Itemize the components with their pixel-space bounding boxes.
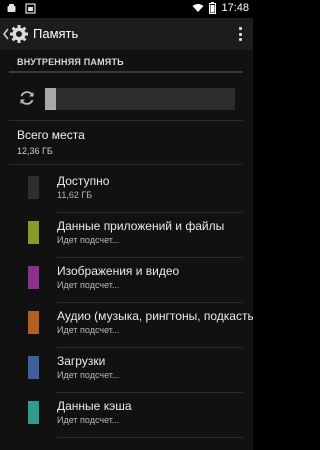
category-label: Данные кэша — [57, 399, 132, 413]
status-bar: 17:48 — [0, 0, 253, 18]
page-title: Память — [33, 26, 79, 41]
category-downloads[interactable]: Загрузки Идет подсчет... — [0, 348, 253, 393]
category-label: Аудио (музыка, рингтоны, подкасты) — [57, 309, 253, 323]
color-swatch — [28, 221, 39, 244]
category-label: Данные приложений и файлы — [57, 219, 225, 233]
section-header: ВНУТРЕННЯЯ ПАМЯТЬ — [17, 57, 124, 67]
storage-content: ВНУТРЕННЯЯ ПАМЯТЬ Всего места 12,36 ГБ Д… — [0, 50, 253, 450]
category-audio[interactable]: Аудио (музыка, рингтоны, подкасты) Идет … — [0, 303, 253, 348]
color-swatch — [28, 401, 39, 424]
total-space-item: Всего места 12,36 ГБ — [17, 128, 85, 156]
storage-usage-bar — [45, 88, 235, 110]
category-available[interactable]: Доступно 11,62 ГБ — [0, 168, 253, 213]
color-swatch — [28, 266, 39, 289]
category-size: Идет подсчет... — [57, 235, 120, 245]
divider — [9, 164, 243, 165]
divider — [57, 437, 243, 438]
category-size: 11,62 ГБ — [57, 190, 93, 200]
android-debug-icon — [7, 4, 16, 12]
category-cache[interactable]: Данные кэша Идет подсчет... — [0, 393, 253, 438]
gear-icon[interactable] — [9, 24, 29, 44]
color-swatch — [28, 311, 39, 334]
action-bar: Память — [0, 18, 253, 50]
divider — [9, 120, 243, 121]
total-space-label: Всего места — [17, 128, 85, 142]
status-time: 17:48 — [221, 2, 249, 14]
category-label: Доступно — [57, 174, 110, 188]
category-size: Идет подсчет... — [57, 370, 120, 380]
category-label: Загрузки — [57, 354, 106, 368]
category-size: Идет подсчет... — [57, 280, 120, 290]
storage-usage-row — [0, 80, 253, 116]
category-size: Идет подсчет... — [57, 415, 120, 425]
category-app-data[interactable]: Данные приложений и файлы Идет подсчет..… — [0, 213, 253, 258]
refresh-icon[interactable] — [17, 88, 37, 108]
color-swatch — [28, 356, 39, 379]
category-size: Идет подсчет... — [57, 325, 120, 335]
overflow-menu-icon[interactable] — [239, 27, 243, 41]
battery-icon — [209, 2, 217, 14]
screenshot-icon — [25, 3, 36, 14]
wifi-icon — [192, 4, 204, 12]
storage-usage-fill — [45, 88, 57, 110]
section-divider — [9, 71, 243, 73]
total-space-value: 12,36 ГБ — [17, 146, 53, 156]
color-swatch — [28, 176, 39, 199]
category-label: Изображения и видео — [57, 264, 180, 278]
category-images-video[interactable]: Изображения и видео Идет подсчет... — [0, 258, 253, 303]
